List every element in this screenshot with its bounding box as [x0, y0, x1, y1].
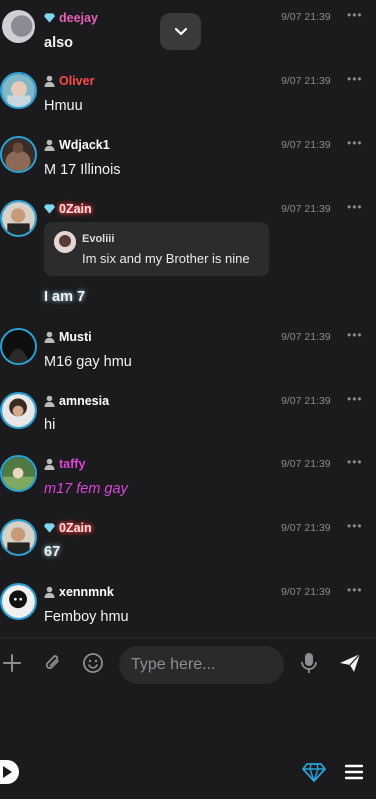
chat-message: amnesia 9/07 21:39 ••• hi [0, 392, 376, 436]
timestamp: 9/07 21:39 [281, 586, 331, 598]
message-text: Femboy hmu [44, 609, 129, 625]
more-options-button[interactable]: ••• [347, 519, 363, 533]
menu-icon [344, 764, 364, 780]
username[interactable]: 0Zain [59, 521, 92, 535]
message-text: m17 fem gay [44, 481, 128, 497]
username[interactable]: deejay [59, 11, 98, 25]
username[interactable]: amnesia [59, 394, 109, 408]
timestamp: 9/07 21:39 [281, 203, 331, 215]
reply-quote[interactable]: Evoliii Im six and my Brother is nine [44, 222, 269, 276]
user-icon [44, 458, 55, 470]
avatar[interactable] [0, 455, 37, 492]
user-icon [44, 586, 55, 598]
message-input[interactable] [119, 646, 284, 684]
more-options-button[interactable]: ••• [347, 583, 363, 597]
emoji-button[interactable] [81, 650, 105, 676]
avatar[interactable] [0, 200, 37, 237]
message-text: M16 gay hmu [44, 354, 132, 370]
more-options-button[interactable]: ••• [347, 328, 363, 342]
username[interactable]: taffy [59, 457, 85, 471]
username[interactable]: Oliver [59, 74, 94, 88]
avatar[interactable] [0, 328, 37, 365]
user-icon [44, 395, 55, 407]
diamond-icon [44, 523, 55, 533]
message-text: I am 7 [44, 289, 86, 305]
reply-text: Im six and my Brother is nine [82, 251, 250, 266]
paperclip-icon [45, 655, 59, 669]
diamond-icon [44, 13, 55, 23]
avatar[interactable] [0, 72, 37, 109]
bottom-bar [0, 748, 376, 799]
play-icon [3, 766, 12, 778]
timestamp: 9/07 21:39 [281, 11, 331, 23]
chat-message: 0Zain 9/07 21:39 ••• 67 [0, 519, 376, 563]
timestamp: 9/07 21:39 [281, 395, 331, 407]
reply-username: Evoliii [82, 233, 115, 245]
reply-avatar [54, 231, 76, 253]
timestamp: 9/07 21:39 [281, 139, 331, 151]
avatar[interactable] [0, 8, 37, 45]
more-options-button[interactable]: ••• [347, 136, 363, 150]
timestamp: 9/07 21:39 [281, 331, 331, 343]
diamond-icon [44, 204, 55, 214]
plus-icon [3, 654, 21, 672]
username[interactable]: Wdjack1 [59, 138, 110, 152]
message-text: M 17 Illinois [44, 162, 121, 178]
more-options-button[interactable]: ••• [347, 200, 363, 214]
more-options-button[interactable]: ••• [347, 72, 363, 86]
chat-feed: deejay 9/07 21:39 ••• also Oliver 9/07 2… [0, 0, 376, 636]
message-text: Hmuu [44, 98, 83, 114]
send-button[interactable] [338, 650, 362, 676]
timestamp: 9/07 21:39 [281, 458, 331, 470]
username[interactable]: 0Zain [59, 202, 92, 216]
more-options-button[interactable]: ••• [347, 455, 363, 469]
chat-message: 0Zain 9/07 21:39 ••• Evoliii Im six and … [0, 200, 376, 310]
diamond-button[interactable] [302, 762, 326, 784]
message-composer [0, 637, 376, 690]
voice-button[interactable] [297, 650, 321, 676]
play-button[interactable] [0, 760, 19, 784]
username[interactable]: Musti [59, 330, 92, 344]
user-icon [44, 75, 55, 87]
avatar[interactable] [0, 583, 37, 620]
menu-button[interactable] [344, 764, 364, 780]
user-icon [44, 331, 55, 343]
timestamp: 9/07 21:39 [281, 75, 331, 87]
chat-message: xennmnk 9/07 21:39 ••• Femboy hmu [0, 583, 376, 627]
microphone-icon [301, 653, 317, 673]
avatar[interactable] [0, 136, 37, 173]
attach-button[interactable] [41, 650, 65, 676]
more-options-button[interactable]: ••• [347, 8, 363, 22]
plus-button[interactable] [0, 650, 24, 676]
avatar[interactable] [0, 519, 37, 556]
username[interactable]: xennmnk [59, 585, 114, 599]
avatar[interactable] [0, 392, 37, 429]
chat-message: Musti 9/07 21:39 ••• M16 gay hmu [0, 328, 376, 372]
diamond-icon [302, 763, 326, 784]
more-options-button[interactable]: ••• [347, 392, 363, 406]
chevron-down-icon [174, 27, 187, 35]
chat-message: Oliver 9/07 21:39 ••• Hmuu [0, 72, 376, 116]
message-text: hi [44, 417, 56, 433]
timestamp: 9/07 21:39 [281, 522, 331, 534]
user-icon [44, 139, 55, 151]
message-text: 67 [44, 544, 61, 560]
send-icon [340, 653, 361, 672]
chat-message: Wdjack1 9/07 21:39 ••• M 17 Illinois [0, 136, 376, 180]
chat-message: taffy 9/07 21:39 ••• m17 fem gay [0, 455, 376, 499]
message-text: also [44, 35, 74, 51]
scroll-down-button[interactable] [160, 13, 201, 50]
emoji-icon [83, 653, 103, 673]
